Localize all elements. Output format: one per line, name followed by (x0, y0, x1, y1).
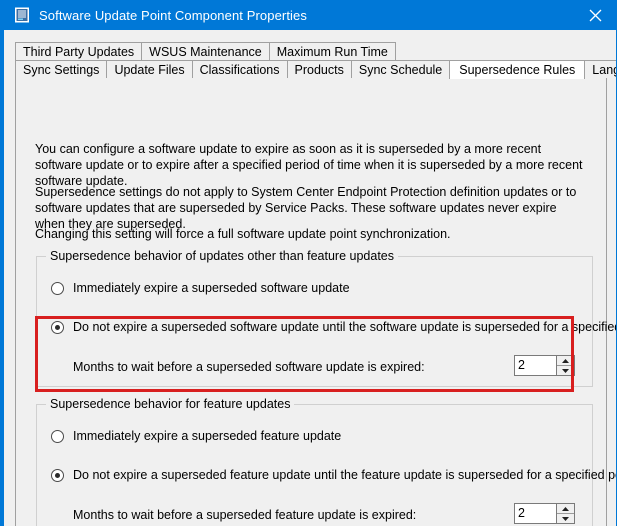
tab-strip: Third Party Updates WSUS Maintenance Max… (15, 41, 616, 79)
months-feature-label: Months to wait before a superseded featu… (73, 508, 417, 522)
tab-products[interactable]: Products (286, 60, 352, 79)
radio-circle-selected-icon (51, 469, 64, 482)
months-software-value[interactable]: 2 (515, 356, 556, 375)
close-icon[interactable] (574, 0, 616, 30)
spin-down-icon[interactable] (557, 514, 574, 523)
months-feature-spin-buttons (556, 504, 574, 523)
tab-wsus-maintenance[interactable]: WSUS Maintenance (141, 42, 270, 60)
tab-languages[interactable]: Languages (584, 60, 616, 79)
radio-circle-icon (51, 282, 64, 295)
group-software-updates-legend: Supersedence behavior of updates other t… (46, 249, 399, 263)
tab-third-party-updates[interactable]: Third Party Updates (15, 42, 143, 60)
group-software-updates: Supersedence behavior of updates other t… (36, 249, 616, 387)
tab-row-1: Third Party Updates WSUS Maintenance Max… (15, 41, 396, 60)
description-paragraph-1: You can configure a software update to e… (35, 141, 583, 188)
months-software-label: Months to wait before a superseded softw… (73, 360, 425, 374)
radio-delayed-feature-update-label: Do not expire a superseded feature updat… (73, 468, 617, 482)
properties-window-icon (14, 7, 30, 23)
dialog-client-area: Third Party Updates WSUS Maintenance Max… (4, 30, 616, 526)
radio-delayed-feature-update[interactable]: Do not expire a superseded feature updat… (51, 468, 617, 483)
tab-maximum-run-time[interactable]: Maximum Run Time (268, 42, 396, 60)
description-paragraph-3: Changing this setting will force a full … (35, 226, 451, 241)
radio-immediate-feature-update-label: Immediately expire a superseded feature … (73, 429, 342, 443)
tab-sync-schedule[interactable]: Sync Schedule (350, 60, 451, 79)
group-feature-updates-legend: Supersedence behavior for feature update… (46, 397, 295, 411)
tab-sync-settings[interactable]: Sync Settings (15, 60, 108, 79)
properties-dialog: Software Update Point Component Properti… (0, 0, 617, 526)
tab-classifications[interactable]: Classifications (191, 60, 288, 79)
months-feature-stepper[interactable]: 2 (514, 503, 575, 524)
spin-up-icon[interactable] (557, 504, 574, 514)
months-software-stepper[interactable]: 2 (514, 355, 575, 376)
spin-down-icon[interactable] (557, 366, 574, 375)
tab-row-2: Sync Settings Update Files Classificatio… (15, 59, 616, 79)
radio-delayed-software-update[interactable]: Do not expire a superseded software upda… (51, 320, 617, 335)
radio-delayed-software-update-label: Do not expire a superseded software upda… (73, 320, 617, 334)
months-software-spin-buttons (556, 356, 574, 375)
description-paragraph-2: Supersedence settings do not apply to Sy… (35, 184, 577, 231)
tab-supersedence-rules[interactable]: Supersedence Rules (449, 60, 586, 79)
radio-immediate-software-update-label: Immediately expire a superseded software… (73, 281, 350, 295)
radio-circle-icon (51, 430, 64, 443)
months-feature-value[interactable]: 2 (515, 504, 556, 523)
spin-up-icon[interactable] (557, 356, 574, 366)
tab-update-files[interactable]: Update Files (106, 60, 193, 79)
group-feature-updates: Supersedence behavior for feature update… (36, 397, 616, 526)
window-title: Software Update Point Component Properti… (39, 7, 307, 23)
radio-immediate-software-update[interactable]: Immediately expire a superseded software… (51, 281, 350, 296)
radio-immediate-feature-update[interactable]: Immediately expire a superseded feature … (51, 429, 341, 444)
radio-circle-selected-icon (51, 321, 64, 334)
tab-panel: You can configure a software update to e… (15, 78, 616, 526)
title-bar: Software Update Point Component Properti… (4, 0, 616, 30)
